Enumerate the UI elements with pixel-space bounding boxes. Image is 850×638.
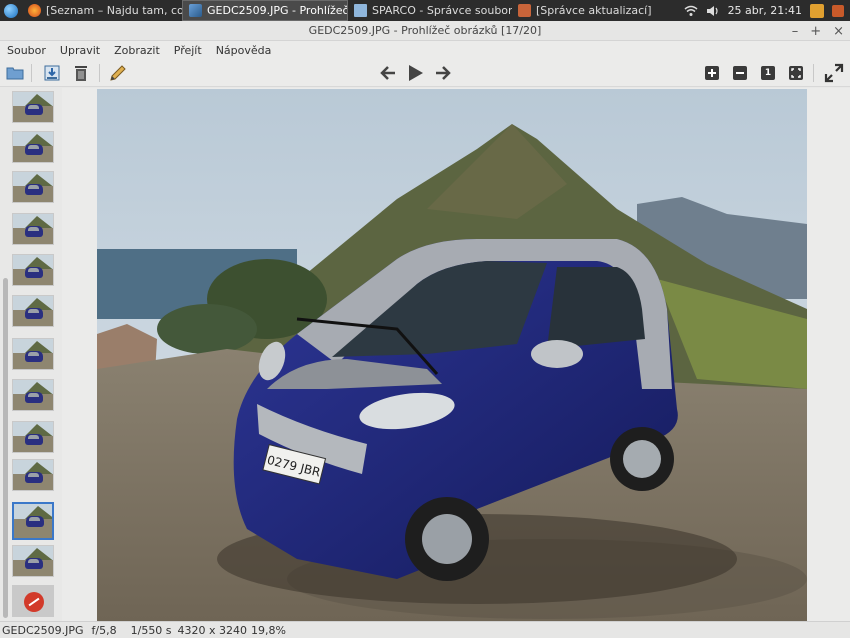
wifi-icon[interactable] [684, 5, 698, 17]
thumbnail[interactable] [12, 295, 54, 327]
thumbnail[interactable] [12, 379, 54, 411]
thumbnail[interactable] [12, 545, 54, 577]
thumbnail-car [25, 144, 43, 155]
thumbnail-error[interactable] [12, 585, 54, 617]
maximize-button[interactable]: + [810, 24, 821, 39]
zoom-fit-button[interactable] [786, 63, 806, 83]
thumbnail-car [25, 308, 43, 319]
thumbnail[interactable] [12, 502, 54, 540]
trash-icon [75, 66, 87, 81]
thumbnail-scrollbar[interactable] [2, 88, 8, 621]
clock[interactable]: 25 abr, 21:41 [728, 4, 802, 17]
status-bar: GEDC2509.JPG f/5,8 1/550 s 4320 x 3240 1… [0, 621, 850, 638]
zoom-100-button[interactable]: 1 [758, 63, 778, 83]
thumbnail[interactable] [12, 91, 54, 123]
close-button[interactable]: × [833, 24, 844, 39]
thumbnail-car [25, 267, 43, 278]
zoom-in-button[interactable] [702, 63, 722, 83]
task-image-viewer[interactable]: GEDC2509.JPG - Prohlížeč ... [182, 0, 348, 21]
folder-icon [354, 4, 367, 17]
system-tray: 25 abr, 21:41 [684, 3, 850, 18]
minimize-button[interactable]: – [792, 24, 799, 39]
volume-icon[interactable] [706, 5, 720, 17]
status-filename: GEDC2509.JPG [2, 623, 84, 637]
thumbnail-car [25, 434, 43, 445]
window-titlebar[interactable]: GEDC2509.JPG - Prohlížeč obrázků [17/20]… [0, 21, 850, 41]
thumbnail-bar[interactable] [0, 88, 62, 621]
slideshow-button[interactable] [405, 63, 425, 83]
arrow-right-icon [436, 66, 451, 80]
zoom-in-icon [705, 66, 719, 80]
scrollbar-thumb[interactable] [3, 278, 8, 618]
zoom-out-button[interactable] [730, 63, 750, 83]
save-icon [44, 65, 60, 81]
status-exposure: 1/550 s [130, 623, 172, 637]
task-label: [Správce aktualizací] [536, 4, 652, 17]
window-title: GEDC2509.JPG - Prohlížeč obrázků [17/20] [308, 24, 542, 37]
thumbnail-car [25, 351, 43, 362]
thumbnail-car [26, 516, 44, 527]
previous-button[interactable] [378, 63, 398, 83]
thumbnail[interactable] [12, 338, 54, 370]
thumbnail-car [25, 472, 43, 483]
thumbnail-car [25, 392, 43, 403]
image-viewer-area[interactable]: 0279 JBR [62, 88, 850, 621]
folder-open-icon [6, 67, 24, 80]
play-icon [409, 65, 423, 81]
thumbnail[interactable] [12, 459, 54, 491]
zoom-fit-icon [789, 66, 803, 80]
open-button[interactable] [5, 63, 25, 83]
edit-button[interactable] [108, 63, 128, 83]
menu-button[interactable] [0, 0, 22, 21]
thumbnail[interactable] [12, 421, 54, 453]
task-label: GEDC2509.JPG - Prohlížeč ... [207, 4, 348, 17]
thumbnail-car [25, 184, 43, 195]
top-panel: [Seznam – Najdu tam, co ... GEDC2509.JPG… [0, 0, 850, 21]
power-icon[interactable] [832, 4, 844, 17]
photo-car-on-mountain: 0279 JBR [97, 89, 807, 621]
thumbnail[interactable] [12, 213, 54, 245]
status-dimensions: 4320 x 3240 [177, 623, 248, 637]
no-entry-icon [24, 592, 44, 612]
thumbnail[interactable] [12, 131, 54, 163]
fullscreen-icon [824, 63, 844, 83]
user-icon[interactable] [810, 3, 824, 18]
pencil-icon [110, 65, 126, 81]
menu-go[interactable]: Přejít [174, 44, 202, 57]
task-firefox[interactable]: [Seznam – Najdu tam, co ... [22, 0, 182, 21]
thumbnail-car [25, 558, 43, 569]
thumbnail-car [25, 104, 43, 115]
save-button[interactable] [42, 63, 62, 83]
next-button[interactable] [433, 63, 453, 83]
menu-edit[interactable]: Upravit [60, 44, 100, 57]
thumbnail[interactable] [12, 171, 54, 203]
task-update-manager[interactable]: [Správce aktualizací] [512, 0, 652, 21]
status-aperture: f/5,8 [91, 623, 117, 637]
task-file-manager[interactable]: SPARCO - Správce souborů [348, 0, 512, 21]
update-manager-icon [518, 4, 531, 17]
delete-button[interactable] [71, 63, 91, 83]
status-zoom: 19,8% [251, 623, 286, 637]
menu-view[interactable]: Zobrazit [114, 44, 160, 57]
image-viewer-icon [189, 4, 202, 17]
task-label: [Seznam – Najdu tam, co ... [46, 4, 182, 17]
globe-icon [4, 3, 18, 18]
current-image[interactable]: 0279 JBR [97, 89, 807, 621]
task-label: SPARCO - Správce souborů [372, 4, 512, 17]
zoom-100-icon: 1 [761, 66, 775, 80]
menu-bar: Soubor Upravit Zobrazit Přejít Nápověda [0, 41, 850, 59]
thumbnail-car [25, 226, 43, 237]
fullscreen-button[interactable] [824, 63, 844, 83]
menu-help[interactable]: Nápověda [216, 44, 272, 57]
menu-file[interactable]: Soubor [7, 44, 46, 57]
zoom-out-icon [733, 66, 747, 80]
toolbar: 1 [0, 59, 850, 87]
thumbnail[interactable] [12, 254, 54, 286]
firefox-icon [28, 4, 41, 17]
arrow-left-icon [380, 66, 395, 80]
